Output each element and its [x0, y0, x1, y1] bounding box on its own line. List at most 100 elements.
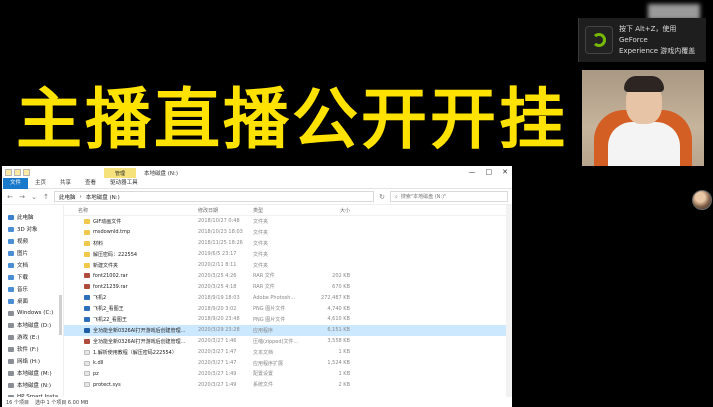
- sidebar-item[interactable]: 本地磁盘 (M:): [2, 367, 63, 379]
- file-type: RAR 文件: [253, 273, 275, 280]
- forward-arrow-icon[interactable]: →: [18, 193, 26, 201]
- up-arrow-icon[interactable]: ↑: [42, 193, 50, 201]
- table-row[interactable]: 1.解析使用教程（解压密码222554） 2020/3/27 1:47 文本文档 1 …: [64, 347, 512, 358]
- tab-home[interactable]: 主页: [28, 178, 53, 189]
- tab-view[interactable]: 查看: [78, 178, 103, 189]
- nav-scrollbar[interactable]: [59, 295, 62, 335]
- sidebar-item[interactable]: 桌面: [2, 295, 63, 307]
- table-row[interactable]: font21002.rar 2020/3/25 4:26 RAR 文件 202 KB: [64, 270, 512, 281]
- quick-access-toolbar: [2, 168, 30, 176]
- back-arrow-icon[interactable]: ←: [6, 193, 14, 201]
- folder-icon: [8, 298, 14, 304]
- folder-icon: [8, 226, 14, 232]
- table-row[interactable]: protect.sys 2020/3/27 1:49 系统文件 2 KB: [64, 379, 512, 390]
- table-row[interactable]: k.dll 2020/3/27 1:47 应用程序扩展 1,524 KB: [64, 358, 512, 369]
- image-icon: [84, 316, 90, 322]
- sidebar-item[interactable]: 游戏 (E:): [2, 331, 63, 343]
- search-input[interactable]: ⌕ 搜索"本地磁盘 (N:)": [390, 191, 508, 202]
- table-row[interactable]: GIF动画文件 2018/10/27 0:48 文件夹: [64, 216, 512, 227]
- column-date[interactable]: 修改日期: [198, 207, 253, 214]
- maximize-button[interactable]: □: [486, 168, 493, 176]
- sidebar-item[interactable]: 图片: [2, 247, 63, 259]
- sidebar-item[interactable]: 本地磁盘 (N:): [2, 379, 63, 391]
- table-row[interactable]: 飞机2 2018/9/19 18:03 Adobe Photosh... 272,48…: [64, 292, 512, 303]
- column-name[interactable]: 名称: [78, 207, 198, 214]
- close-button[interactable]: ✕: [502, 168, 508, 176]
- save-icon[interactable]: [5, 168, 12, 176]
- file-type: PNG 图片文件: [253, 316, 286, 323]
- column-type[interactable]: 类型: [253, 207, 310, 214]
- table-row[interactable]: 全功能全新0326AI打开游戏后创建管理... 2020/3/29 23:28 应用…: [64, 324, 512, 336]
- list-scrollbar[interactable]: [506, 205, 512, 397]
- explorer-body: 此电脑 3D 对象 视频 图片 文档 下载 音乐桌面 Windows (C:) 本地磁盘 (D:…: [2, 205, 512, 400]
- breadcrumb-drive-n[interactable]: 本地磁盘 (N:): [86, 193, 120, 201]
- folder-icon[interactable]: [14, 168, 21, 176]
- sidebar-item-label: 此电脑: [17, 215, 34, 221]
- sidebar-item[interactable]: 文档: [2, 259, 63, 271]
- address-bar[interactable]: 此电脑 › 本地磁盘 (N:): [54, 191, 374, 202]
- file-size: 202 KB: [332, 272, 350, 279]
- file-type: 应用程序: [253, 327, 274, 334]
- sidebar-item-label: 游戏 (E:): [17, 335, 40, 341]
- column-size[interactable]: 大小: [310, 207, 350, 214]
- table-row[interactable]: 飞机2_看图王 2018/9/20 3:02 PNG 图片文件 4,740 KB: [64, 303, 512, 314]
- table-row[interactable]: 全功能全新0326AI打开游戏后创建管理... 2020/3/27 1:46 压缩(…: [64, 336, 512, 347]
- file-name: GIF动画文件: [93, 218, 122, 225]
- file-date: 2018/10/23 18:03: [198, 229, 243, 236]
- file-size: 4,740 KB: [327, 305, 350, 312]
- folder-icon: [84, 229, 90, 235]
- selection-info: 选中 1 个项目 6.00 MB: [34, 399, 89, 406]
- window-title: 本地磁盘 (N:): [144, 171, 179, 177]
- file-date: 2020/3/27 1:49: [198, 370, 237, 377]
- table-row[interactable]: 新建文件夹 2020/2/11 8:11 文件夹: [64, 260, 512, 271]
- breadcrumb-this-pc[interactable]: 此电脑: [59, 193, 76, 201]
- tab-share[interactable]: 共享: [53, 178, 78, 189]
- table-row[interactable]: font21239.rar 2020/3/25 4:18 RAR 文件 670 KB: [64, 281, 512, 292]
- file-name: 全功能全新0326AI打开游戏后创建管理...: [93, 327, 186, 334]
- sidebar-item[interactable]: 软件 (F:): [2, 343, 63, 355]
- file-date: 2020/3/27 1:47: [198, 349, 237, 356]
- file-name: 材料: [93, 240, 104, 247]
- refresh-icon[interactable]: ↻: [378, 193, 386, 201]
- file-date: 2018/9/20 23:48: [198, 316, 240, 323]
- file-rows: GIF动画文件 2018/10/27 0:48 文件夹 msdownld.tmp 201…: [64, 216, 512, 390]
- sidebar-item[interactable]: 下载: [2, 271, 63, 283]
- file-name: k.dll: [93, 360, 104, 367]
- file-type: Adobe Photosh...: [253, 294, 296, 301]
- sidebar-item[interactable]: 网络 (H:): [2, 355, 63, 367]
- file-name: protect.sys: [93, 381, 121, 388]
- folder-icon: [84, 251, 90, 257]
- stream-headline: 主播直播公开开挂: [16, 81, 568, 158]
- sidebar-item[interactable]: 音乐: [2, 283, 63, 295]
- file-name: 飞机2: [93, 295, 107, 302]
- file-date: 2020/3/27 1:47: [198, 360, 237, 367]
- sidebar-item[interactable]: 3D 对象: [2, 223, 63, 235]
- file-type: 文件夹: [253, 240, 269, 247]
- folder-icon: [8, 238, 14, 244]
- tab-manage[interactable]: 管理: [104, 168, 136, 178]
- sidebar-item[interactable]: 本地磁盘 (D:): [2, 319, 63, 331]
- file-explorer-window: 管理 本地磁盘 (N:) — □ ✕ 文件 主页 共享 查看 驱动器工具 ← →…: [2, 166, 512, 407]
- table-row[interactable]: 解压密码：222554 2019/6/5 23:17 文件夹: [64, 249, 512, 260]
- properties-icon[interactable]: [23, 168, 30, 176]
- sidebar-item[interactable]: 此电脑: [2, 211, 63, 223]
- file-date: 2018/10/27 0:48: [198, 218, 240, 225]
- sidebar-item[interactable]: Windows (C:): [2, 307, 63, 319]
- minimize-button[interactable]: —: [469, 168, 476, 176]
- tab-file[interactable]: 文件: [3, 177, 29, 189]
- table-row[interactable]: 飞机22_看图王 2018/9/20 23:48 PNG 图片文件 4,610 KB: [64, 314, 512, 325]
- sidebar-item-label: 桌面: [17, 299, 29, 305]
- folder-icon: [8, 286, 14, 292]
- file-size: 670 KB: [332, 283, 350, 290]
- sidebar-item[interactable]: 视频: [2, 235, 63, 247]
- tab-drive-tools[interactable]: 驱动器工具: [103, 178, 145, 189]
- table-row[interactable]: 材料 2018/11/25 18:26 文件夹: [64, 238, 512, 249]
- drive-icon: [8, 346, 14, 352]
- chevron-down-icon[interactable]: ⌄: [30, 193, 38, 201]
- file-icon: [84, 360, 90, 366]
- table-row[interactable]: msdownld.tmp 2018/10/23 18:03 文件夹: [64, 227, 512, 238]
- file-size: 1,524 KB: [327, 360, 350, 367]
- file-type: RAR 文件: [253, 284, 275, 291]
- file-type: 文件夹: [253, 251, 269, 258]
- table-row[interactable]: pz 2020/3/27 1:49 配置设置 1 KB: [64, 368, 512, 379]
